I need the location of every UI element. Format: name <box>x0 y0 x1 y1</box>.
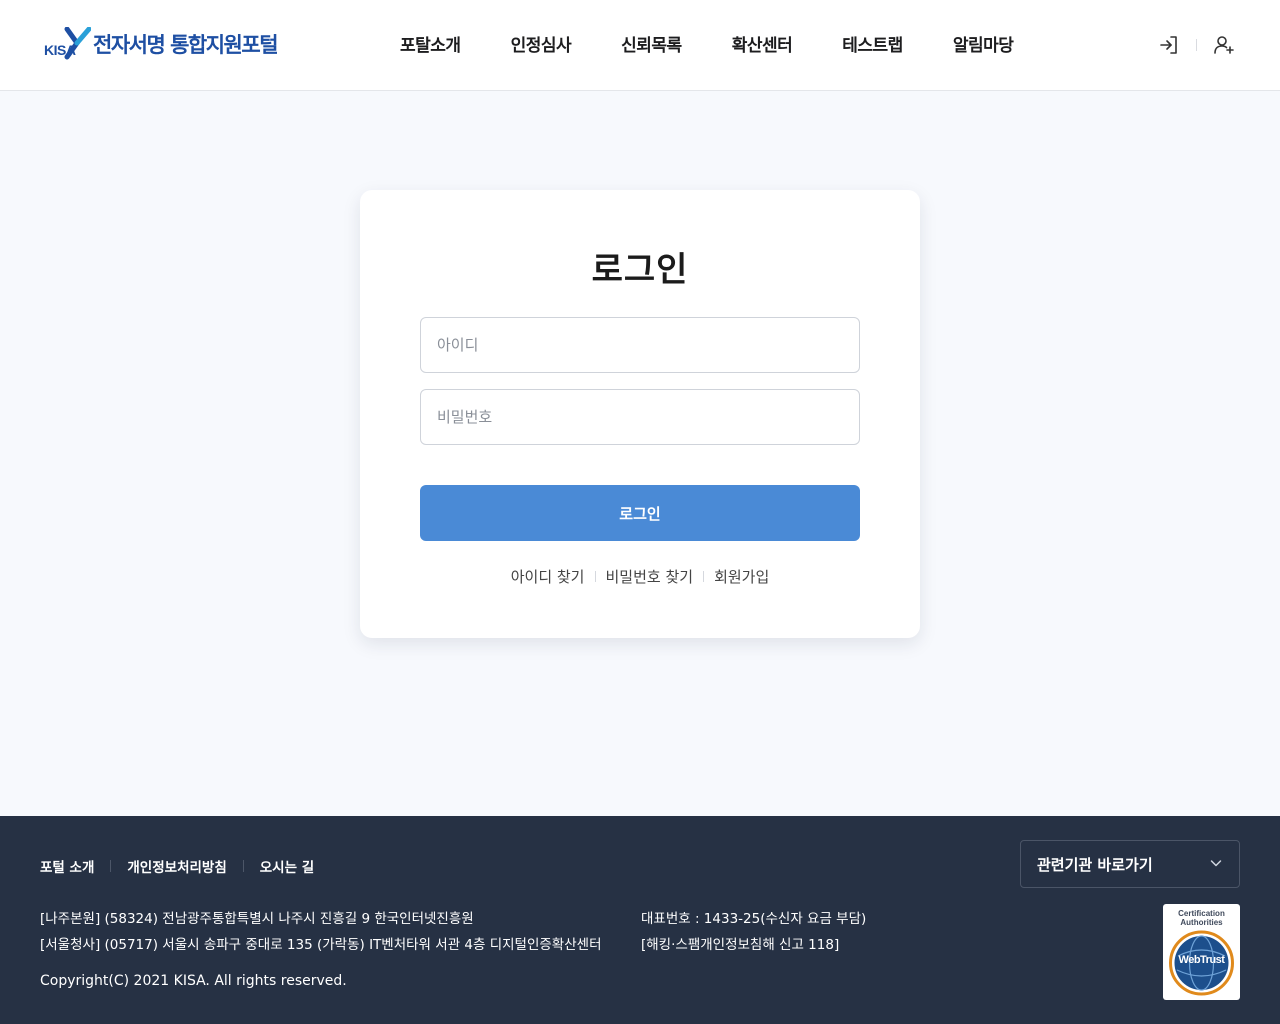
site-logo[interactable]: KISA 전자서명 통합지원포털 <box>43 27 279 61</box>
signup-link[interactable]: 회원가입 <box>714 566 769 587</box>
logo-title: 전자서명 통합지원포털 <box>93 33 279 57</box>
footer-link-divider <box>242 860 244 872</box>
footer-links: 포털 소개 개인정보처리방침 오시는 길 <box>40 856 314 876</box>
logo-abbr: KISA <box>44 42 76 58</box>
copyright: Copyright(C) 2021 KISA. All rights reser… <box>40 973 347 989</box>
link-divider <box>703 571 705 582</box>
webtrust-badge[interactable]: Certification Authorities WebTrust <box>1163 904 1240 1000</box>
related-sites-label: 관련기관 바로가기 <box>1037 855 1153 874</box>
main-nav: 포탈소개 인정심사 신뢰목록 확산센터 테스트랩 알림마당 <box>400 32 1014 60</box>
site-header: KISA 전자서명 통합지원포털 포탈소개 인정심사 신뢰목록 확산센터 테스트… <box>0 0 1280 91</box>
nav-item-trust-list[interactable]: 신뢰목록 <box>621 32 682 60</box>
nav-item-certification-review[interactable]: 인정심사 <box>511 32 572 60</box>
footer-link-portal-intro[interactable]: 포털 소개 <box>40 856 94 876</box>
nav-item-notices[interactable]: 알림마당 <box>953 32 1014 60</box>
main-phone: 대표번호 : 1433-25(수신자 요금 부담) <box>641 911 867 927</box>
site-footer: 포털 소개 개인정보처리방침 오시는 길 관련기관 바로가기 [나주본원] (5… <box>0 816 1280 1024</box>
user-id-input[interactable] <box>420 317 860 373</box>
badge-name: WebTrust <box>1178 954 1225 966</box>
address-naju: [나주본원] (58324) 전남광주통합특별시 나주시 진흥길 9 한국인터넷… <box>40 911 474 927</box>
nav-item-test-lab[interactable]: 테스트랩 <box>842 32 903 60</box>
badge-caption: Certification Authorities <box>1178 909 1225 927</box>
footer-link-privacy-policy[interactable]: 개인정보처리방침 <box>127 856 226 876</box>
nav-item-portal-intro[interactable]: 포탈소개 <box>400 32 461 60</box>
address-seoul: [서울청사] (05717) 서울시 송파구 중대로 135 (가락동) IT벤… <box>40 937 602 953</box>
nav-item-expansion-center[interactable]: 확산센터 <box>732 32 793 60</box>
user-add-icon[interactable] <box>1212 33 1236 57</box>
footer-address: [나주본원] (58324) 전남광주통합특별시 나주시 진흥길 9 한국인터넷… <box>40 906 601 958</box>
kisa-logo-mark: KISA <box>43 27 91 61</box>
related-sites-select[interactable]: 관련기관 바로가기 <box>1020 840 1240 888</box>
link-divider <box>594 571 596 582</box>
chevron-down-icon <box>1209 855 1223 874</box>
login-icon[interactable] <box>1157 33 1181 57</box>
header-actions <box>1157 33 1236 57</box>
login-button[interactable]: 로그인 <box>420 485 860 541</box>
header-divider <box>1196 39 1197 51</box>
find-password-link[interactable]: 비밀번호 찾기 <box>606 566 694 587</box>
find-id-link[interactable]: 아이디 찾기 <box>511 566 585 587</box>
password-input[interactable] <box>420 389 860 445</box>
report-hotline: [해킹·스팸개인정보침해 신고 118] <box>641 937 840 953</box>
footer-contact: 대표번호 : 1433-25(수신자 요금 부담) [해킹·스팸개인정보침해 신… <box>641 906 866 958</box>
login-title: 로그인 <box>591 250 689 290</box>
footer-link-directions[interactable]: 오시는 길 <box>260 856 314 876</box>
footer-link-divider <box>110 860 112 872</box>
account-links: 아이디 찾기 비밀번호 찾기 회원가입 <box>0 566 1280 587</box>
